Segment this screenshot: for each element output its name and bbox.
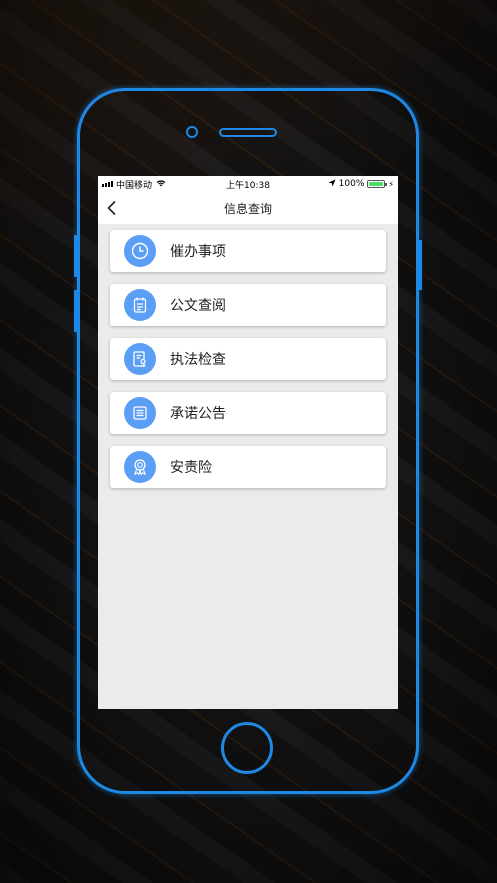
award-icon	[124, 451, 156, 483]
wifi-icon	[156, 179, 166, 190]
nav-bar: 信息查询	[98, 192, 398, 224]
menu-item-document-review[interactable]: 公文查阅	[110, 284, 386, 326]
inspection-icon	[124, 343, 156, 375]
home-button	[221, 722, 273, 774]
menu-item-label: 公文查阅	[170, 298, 226, 314]
battery-icon	[367, 180, 388, 188]
menu-list: 催办事项 公文查阅 执法检查 承诺公告 安责险	[98, 224, 398, 488]
carrier-label: 中国移动	[116, 180, 153, 191]
charging-icon: ⚡	[388, 179, 394, 189]
menu-item-commitment-notice[interactable]: 承诺公告	[110, 392, 386, 434]
menu-item-safety-insurance[interactable]: 安责险	[110, 446, 386, 488]
document-icon	[124, 289, 156, 321]
clock-icon	[124, 235, 156, 267]
menu-item-label: 安责险	[170, 460, 212, 476]
notice-icon	[124, 397, 156, 429]
camera-icon	[186, 126, 198, 138]
back-chevron-icon[interactable]	[106, 200, 118, 216]
phone-side-button	[74, 235, 77, 277]
menu-item-law-enforcement-inspection[interactable]: 执法检查	[110, 338, 386, 380]
menu-item-label: 承诺公告	[170, 406, 226, 422]
status-bar: 中国移动 上午10:38 100% ⚡	[98, 176, 398, 192]
phone-side-button	[74, 290, 77, 332]
signal-icon	[102, 181, 113, 187]
phone-side-button	[419, 240, 422, 290]
speaker-grille	[219, 128, 277, 137]
menu-item-label: 催办事项	[170, 244, 226, 260]
location-icon	[328, 179, 336, 190]
battery-percent: 100%	[338, 179, 365, 189]
app-screen: 中国移动 上午10:38 100% ⚡ 信息查询 催办事项 公文查阅 执法检查 …	[98, 176, 398, 709]
menu-item-urge-matters[interactable]: 催办事项	[110, 230, 386, 272]
page-title: 信息查询	[223, 201, 272, 216]
status-right-group: 100% ⚡	[328, 179, 394, 190]
menu-item-label: 执法检查	[170, 352, 226, 368]
